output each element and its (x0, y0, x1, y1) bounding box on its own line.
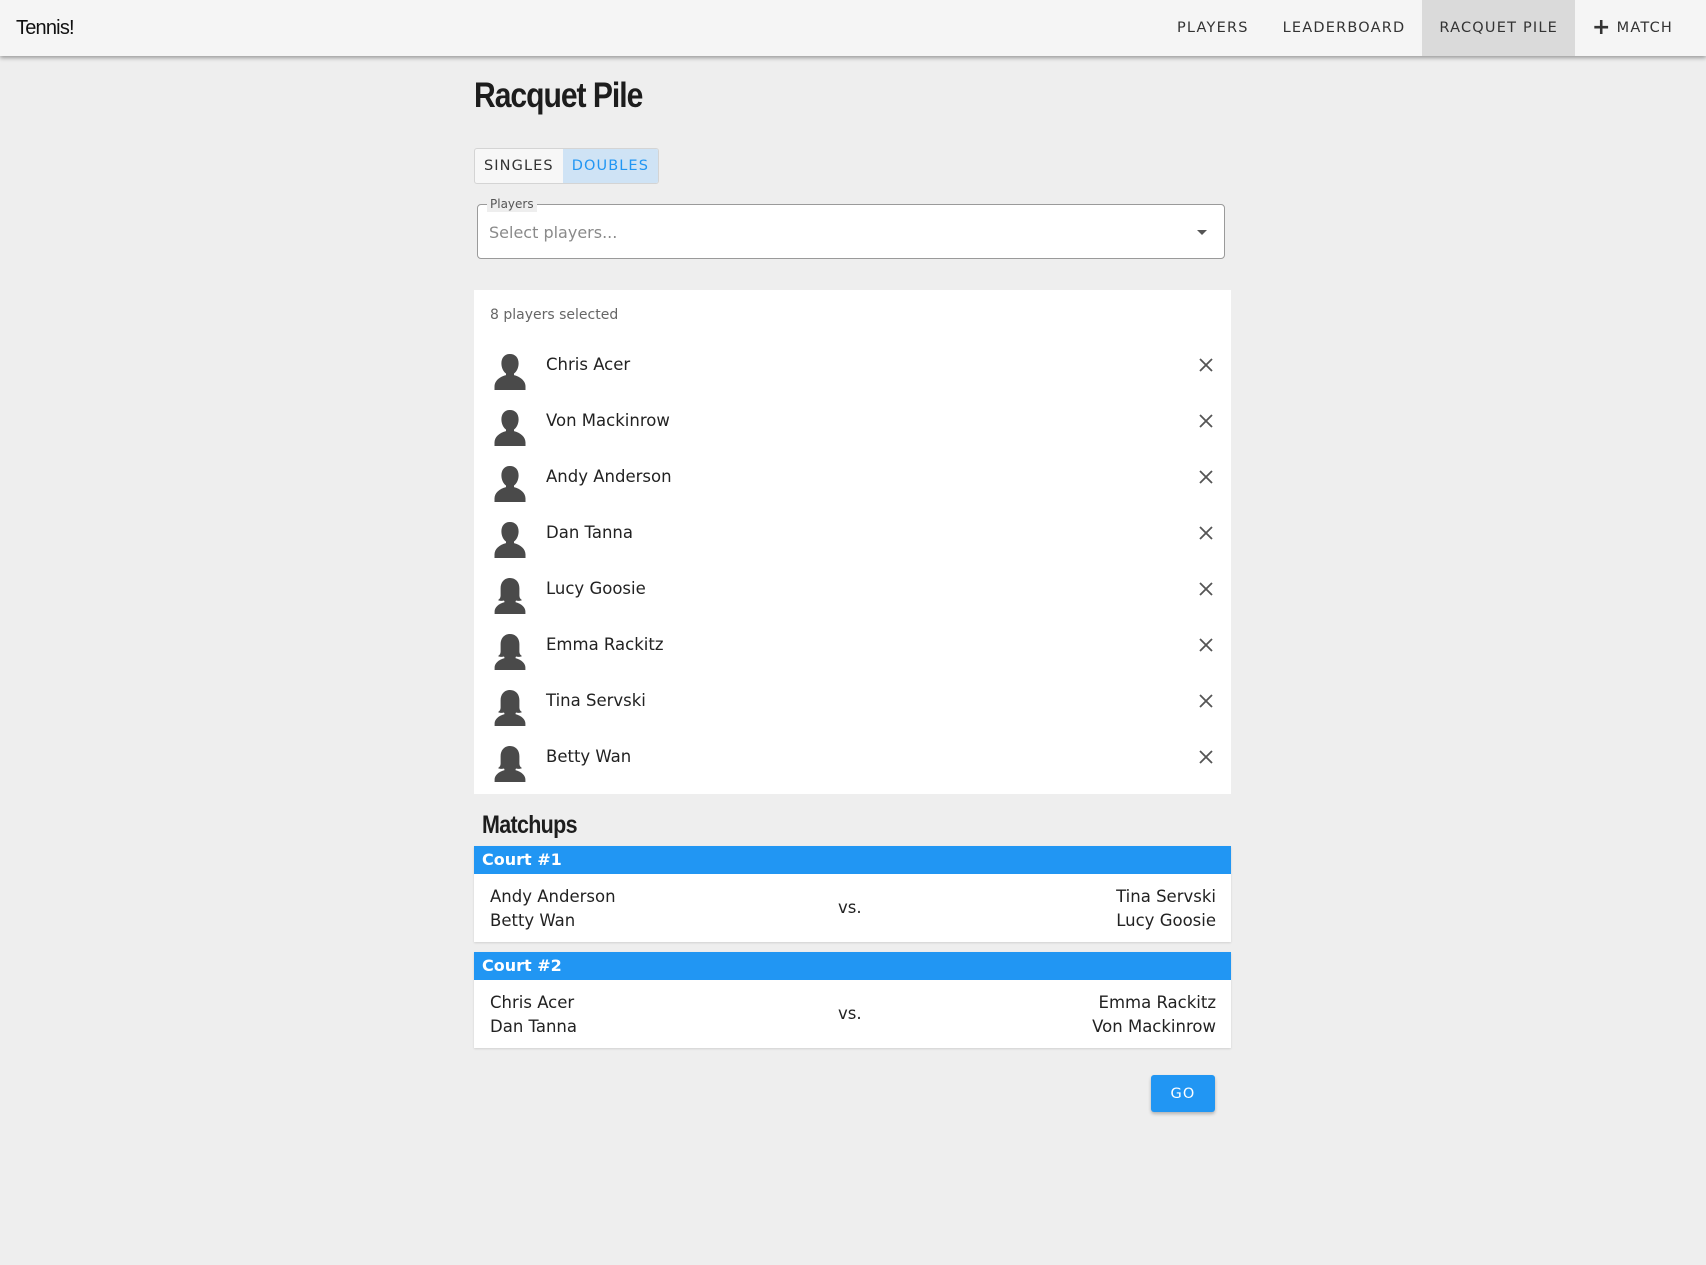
close-icon (1199, 470, 1213, 484)
team-b: Tina Servski Lucy Goosie (1116, 885, 1216, 933)
player-row: Lucy Goosie (474, 570, 1231, 626)
female-avatar-icon (492, 632, 528, 672)
player-name: Tina Servski (546, 691, 646, 710)
matchups-title: Matchups (482, 811, 578, 839)
player-row: Betty Wan (474, 738, 1231, 794)
remove-player-button[interactable] (1191, 347, 1221, 383)
nav-leaderboard[interactable]: LEADERBOARD (1266, 0, 1423, 56)
court-label: Court #1 (474, 846, 1231, 874)
close-icon (1199, 414, 1213, 428)
nav-racquet-pile-label: RACQUET PILE (1439, 20, 1559, 36)
male-avatar-icon (492, 408, 528, 448)
vs-label: vs. (838, 1004, 862, 1023)
court-card: Court #1 Andy Anderson Betty Wan vs. Tin… (474, 846, 1231, 942)
female-avatar-icon (492, 688, 528, 728)
mode-toggle: SINGLES DOUBLES (474, 148, 660, 184)
player-row: Chris Acer (474, 346, 1231, 402)
player-name: Chris Acer (546, 355, 631, 374)
players-select-placeholder: Select players... (489, 223, 618, 242)
player-row: Tina Servski (474, 682, 1231, 738)
court-body: Chris Acer Dan Tanna vs. Emma Rackitz Vo… (474, 980, 1231, 1048)
player-name: Dan Tanna (546, 523, 634, 542)
player-name: Andy Anderson (546, 467, 672, 486)
players-select[interactable]: Players Select players... (477, 196, 1225, 259)
court-card: Court #2 Chris Acer Dan Tanna vs. Emma R… (474, 952, 1231, 1048)
main-nav: PLAYERS LEADERBOARD RACQUET PILE + MATCH (1160, 0, 1706, 56)
close-icon (1199, 750, 1213, 764)
player-list: Chris Acer Von Mackinrow Andy Anderson Dan … (474, 346, 1231, 794)
go-button[interactable]: GO (1151, 1075, 1215, 1112)
page-title: Racquet Pile (474, 76, 643, 115)
close-icon (1199, 582, 1213, 596)
close-icon (1199, 358, 1213, 372)
player-name: Lucy Goosie (546, 579, 646, 598)
remove-player-button[interactable] (1191, 403, 1221, 439)
plus-icon: + (1592, 15, 1612, 40)
player-name: Betty Wan (546, 747, 632, 766)
remove-player-button[interactable] (1191, 515, 1221, 551)
remove-player-button[interactable] (1191, 459, 1221, 495)
team-b: Emma Rackitz Von Mackinrow (1092, 991, 1216, 1039)
team-a-player: Chris Acer (490, 993, 575, 1012)
female-avatar-icon (492, 576, 528, 616)
team-a-player: Betty Wan (490, 911, 576, 930)
remove-player-button[interactable] (1191, 627, 1221, 663)
nav-players[interactable]: PLAYERS (1160, 0, 1266, 56)
remove-player-button[interactable] (1191, 739, 1221, 775)
team-b-player: Von Mackinrow (1092, 1017, 1216, 1036)
close-icon (1199, 638, 1213, 652)
top-app-bar: Tennis! PLAYERS LEADERBOARD RACQUET PILE… (0, 0, 1706, 56)
male-avatar-icon (492, 520, 528, 560)
remove-player-button[interactable] (1191, 571, 1221, 607)
player-row: Dan Tanna (474, 514, 1231, 570)
team-b-player: Emma Rackitz (1098, 993, 1216, 1012)
players-count: 8 players selected (490, 307, 619, 323)
players-select-legend: Players (487, 196, 537, 212)
caret-down-icon[interactable] (1197, 230, 1207, 235)
toggle-doubles[interactable]: DOUBLES (562, 149, 659, 183)
nav-players-label: PLAYERS (1176, 20, 1249, 36)
nav-add-match[interactable]: + MATCH (1575, 0, 1706, 56)
player-row: Andy Anderson (474, 458, 1231, 514)
team-a: Chris Acer Dan Tanna (490, 991, 577, 1039)
nav-add-match-label: MATCH (1616, 20, 1673, 36)
team-a-player: Dan Tanna (490, 1017, 578, 1036)
player-row: Emma Rackitz (474, 626, 1231, 682)
selected-players-card: 8 players selected Chris Acer Von Mackinr… (474, 290, 1231, 794)
nav-racquet-pile[interactable]: RACQUET PILE (1422, 0, 1576, 56)
nav-leaderboard-label: LEADERBOARD (1282, 20, 1406, 36)
team-a-player: Andy Anderson (490, 887, 616, 906)
court-body: Andy Anderson Betty Wan vs. Tina Servski… (474, 874, 1231, 942)
vs-label: vs. (838, 898, 862, 917)
male-avatar-icon (492, 352, 528, 392)
remove-player-button[interactable] (1191, 683, 1221, 719)
app-brand[interactable]: Tennis! (16, 0, 75, 56)
team-b-player: Lucy Goosie (1116, 911, 1216, 930)
toggle-singles[interactable]: SINGLES (475, 149, 563, 183)
court-label: Court #2 (474, 952, 1231, 980)
team-b-player: Tina Servski (1116, 887, 1216, 906)
male-avatar-icon (492, 464, 528, 504)
player-name: Von Mackinrow (546, 411, 670, 430)
close-icon (1199, 526, 1213, 540)
close-icon (1199, 694, 1213, 708)
female-avatar-icon (492, 744, 528, 784)
team-a: Andy Anderson Betty Wan (490, 885, 616, 933)
player-name: Emma Rackitz (546, 635, 664, 654)
player-row: Von Mackinrow (474, 402, 1231, 458)
